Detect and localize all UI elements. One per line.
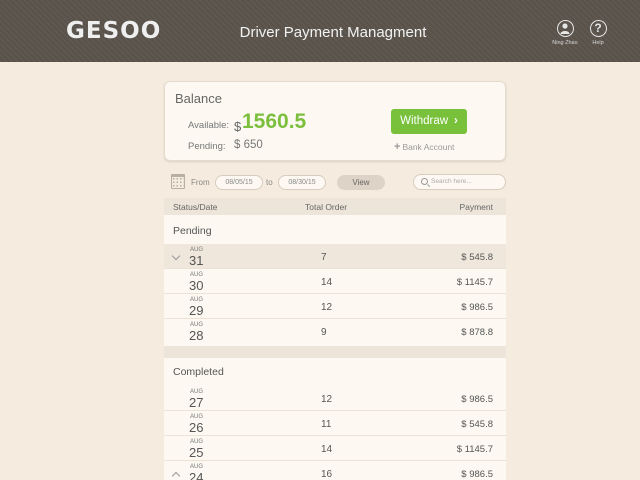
from-label: From <box>191 178 210 187</box>
pending-section-title: Pending <box>173 225 212 237</box>
row-payment: $ 545.8 <box>461 419 493 430</box>
user-icon <box>556 20 574 37</box>
row-payment: $ 986.5 <box>461 469 493 480</box>
row-orders: 7 <box>321 252 327 263</box>
pending-amount: $ 650 <box>234 139 263 151</box>
chevron-up-icon[interactable] <box>171 471 181 480</box>
column-status-date[interactable]: Status/Date <box>173 202 217 212</box>
search-input[interactable]: Search here... <box>413 174 506 190</box>
row-payment: $ 986.5 <box>461 394 493 405</box>
withdraw-label: Withdraw <box>400 115 449 127</box>
column-total-order[interactable]: Total Order <box>305 202 347 212</box>
available-currency: $ <box>234 119 242 134</box>
table-row[interactable]: AUG 27 12 $ 986.5 <box>164 386 506 411</box>
pending-label: Pending: <box>188 141 226 152</box>
payments-table: Status/Date Total Order Payment Pending … <box>164 198 506 480</box>
page-title: Driver Payment Managment <box>239 24 427 41</box>
help-label: Help <box>592 40 604 46</box>
row-orders: 9 <box>321 327 327 338</box>
table-row[interactable]: AUG 26 11 $ 545.8 <box>164 411 506 436</box>
balance-title: Balance <box>175 91 222 106</box>
calendar-icon[interactable] <box>171 174 185 189</box>
row-orders: 16 <box>321 469 333 480</box>
from-date-input[interactable]: 08/05/15 <box>215 175 263 190</box>
table-row[interactable]: AUG 30 14 $ 1145.7 <box>164 269 506 294</box>
row-orders: 12 <box>321 302 333 313</box>
row-day: 31 <box>189 253 204 268</box>
row-day: 30 <box>189 278 204 293</box>
balance-card: Balance Available: $ 1560.5 Pending: $ 6… <box>164 81 506 161</box>
table-row[interactable]: AUG 25 14 $ 1145.7 <box>164 436 506 461</box>
row-orders: 14 <box>321 444 333 455</box>
table-row[interactable]: AUG 31 7 $ 545.8 <box>164 244 506 269</box>
to-date-input[interactable]: 08/30/15 <box>278 175 326 190</box>
row-payment: $ 1145.7 <box>456 444 493 455</box>
table-row[interactable]: AUG 28 9 $ 878.8 <box>164 319 506 344</box>
column-payment[interactable]: Payment <box>459 202 493 212</box>
row-day: 26 <box>189 420 204 435</box>
help-button[interactable]: ? Help <box>578 20 618 46</box>
plus-icon: + <box>394 141 401 153</box>
row-day: 29 <box>189 303 204 318</box>
search-placeholder: Search here... <box>431 178 472 185</box>
row-payment: $ 1145.7 <box>456 277 493 288</box>
row-day: 25 <box>189 445 204 460</box>
available-label: Available: <box>188 120 230 131</box>
row-day: 28 <box>189 328 204 343</box>
row-orders: 14 <box>321 277 333 288</box>
table-row[interactable]: AUG 29 12 $ 986.5 <box>164 294 506 319</box>
table-row[interactable]: AUG 24 16 $ 986.5 <box>164 461 506 480</box>
to-label: to <box>266 178 273 187</box>
bank-account-link[interactable]: + Bank Account <box>394 141 454 153</box>
available-amount: 1560.5 <box>242 110 307 133</box>
table-header: Status/Date Total Order Payment <box>164 198 506 215</box>
withdraw-button[interactable]: Withdraw › <box>391 109 467 134</box>
bank-account-label: Bank Account <box>402 142 455 152</box>
view-button[interactable]: View <box>337 175 385 190</box>
chevron-right-icon: › <box>454 115 458 127</box>
row-payment: $ 986.5 <box>461 302 493 313</box>
row-day: 27 <box>189 395 204 410</box>
help-icon: ? <box>589 20 607 37</box>
search-icon <box>421 178 428 185</box>
row-payment: $ 878.8 <box>461 327 493 338</box>
row-orders: 12 <box>321 394 333 405</box>
row-orders: 11 <box>321 419 332 430</box>
completed-section-title: Completed <box>173 366 224 378</box>
section-divider <box>164 346 506 358</box>
chevron-down-icon[interactable] <box>171 251 181 261</box>
row-payment: $ 545.8 <box>461 252 493 263</box>
app-header: GESOO Driver Payment Managment Ning Zhao… <box>0 0 640 62</box>
row-day: 24 <box>189 470 204 480</box>
